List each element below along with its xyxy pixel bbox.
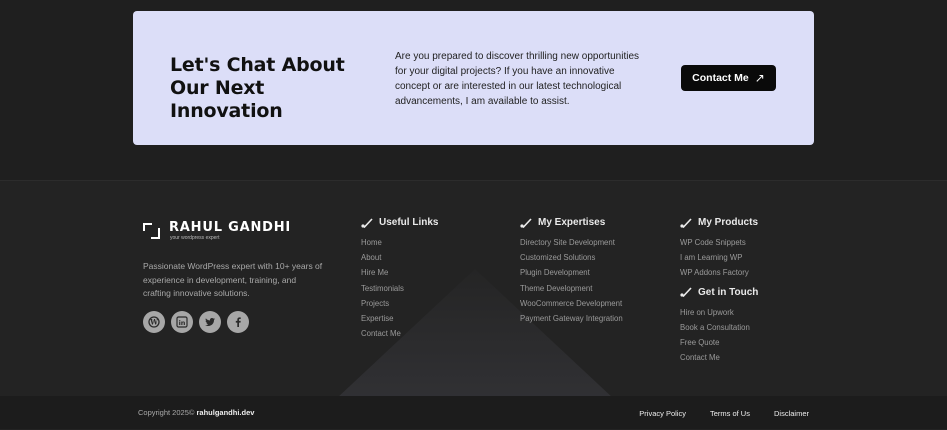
site-link[interactable]: rahulgandhi.dev (197, 408, 255, 417)
copyright: Copyright 2025© rahulgandhi.dev (138, 408, 254, 417)
twitter-icon[interactable] (199, 311, 221, 333)
footer-link[interactable]: Testimonials (361, 281, 438, 296)
check-icon (680, 287, 692, 298)
expertises-title: My Expertises (538, 217, 606, 228)
footer-link[interactable]: Free Quote (680, 335, 758, 350)
footer-link[interactable]: Hire on Upwork (680, 305, 758, 320)
footer-link[interactable]: About (361, 250, 438, 265)
useful-links-column: Useful Links Home About Hire Me Testimon… (361, 217, 438, 341)
contact-me-label: Contact Me (692, 72, 749, 84)
cta-title: Let's Chat About Our Next Innovation (170, 54, 345, 122)
check-icon (680, 217, 692, 228)
privacy-policy-link[interactable]: Privacy Policy (639, 409, 686, 418)
svg-text:W: W (149, 318, 158, 327)
footer-link[interactable]: WP Code Snippets (680, 235, 758, 250)
check-icon (520, 217, 532, 228)
logo-mark-icon (143, 222, 161, 240)
cta-description: Are you prepared to discover thrilling n… (395, 51, 640, 107)
check-icon (361, 217, 373, 228)
footer-link[interactable]: Book a Consultation (680, 320, 758, 335)
social-links: W in (143, 311, 249, 333)
terms-link[interactable]: Terms of Us (710, 409, 750, 418)
footer-link[interactable]: I am Learning WP (680, 250, 758, 265)
expertises-column: My Expertises Directory Site Development… (520, 217, 623, 326)
disclaimer-link[interactable]: Disclaimer (774, 409, 809, 418)
top-section: Let's Chat About Our Next Innovation Are… (0, 0, 947, 180)
footer-bottom-bar: Copyright 2025© rahulgandhi.dev Privacy … (0, 396, 947, 429)
facebook-icon[interactable] (227, 311, 249, 333)
footer-link[interactable]: Directory Site Development (520, 235, 623, 250)
site-footer: RAHUL GANDHI your wordpress expert Passi… (0, 180, 947, 430)
contact-me-button[interactable]: Contact Me ↗ (681, 65, 776, 91)
arrow-up-right-icon: ↗ (754, 71, 765, 85)
brand-name: RAHUL GANDHI (169, 220, 292, 235)
copyright-text: Copyright 2025© (138, 408, 195, 417)
cta-card: Let's Chat About Our Next Innovation Are… (133, 11, 814, 145)
linkedin-icon[interactable]: in (171, 311, 193, 333)
legal-links: Privacy Policy Terms of Us Disclaimer (639, 409, 809, 418)
footer-link[interactable]: Contact Me (680, 350, 758, 365)
footer-link[interactable]: Expertise (361, 311, 438, 326)
wordpress-icon[interactable]: W (143, 311, 165, 333)
footer-link[interactable]: Theme Development (520, 281, 623, 296)
products-column: My Products WP Code Snippets I am Learni… (680, 217, 758, 365)
footer-link[interactable]: Plugin Development (520, 265, 623, 280)
footer-link[interactable]: Contact Me (361, 326, 438, 341)
footer-link[interactable]: Payment Gateway Integration (520, 311, 623, 326)
products-title: My Products (698, 217, 759, 228)
brand-logo[interactable]: RAHUL GANDHI your wordpress expert (143, 221, 291, 241)
footer-link[interactable]: Projects (361, 296, 438, 311)
footer-link[interactable]: Customized Solutions (520, 250, 623, 265)
footer-link[interactable]: Home (361, 235, 438, 250)
useful-links-title: Useful Links (379, 217, 439, 228)
footer-link[interactable]: WP Addons Factory (680, 265, 758, 280)
svg-text:in: in (179, 319, 186, 327)
footer-link[interactable]: WooCommerce Development (520, 296, 623, 311)
get-in-touch-title: Get in Touch (698, 286, 759, 298)
brand-tagline: your wordpress expert (170, 235, 220, 241)
brand-about: Passionate WordPress expert with 10+ yea… (143, 261, 323, 298)
footer-link[interactable]: Hire Me (361, 265, 438, 280)
